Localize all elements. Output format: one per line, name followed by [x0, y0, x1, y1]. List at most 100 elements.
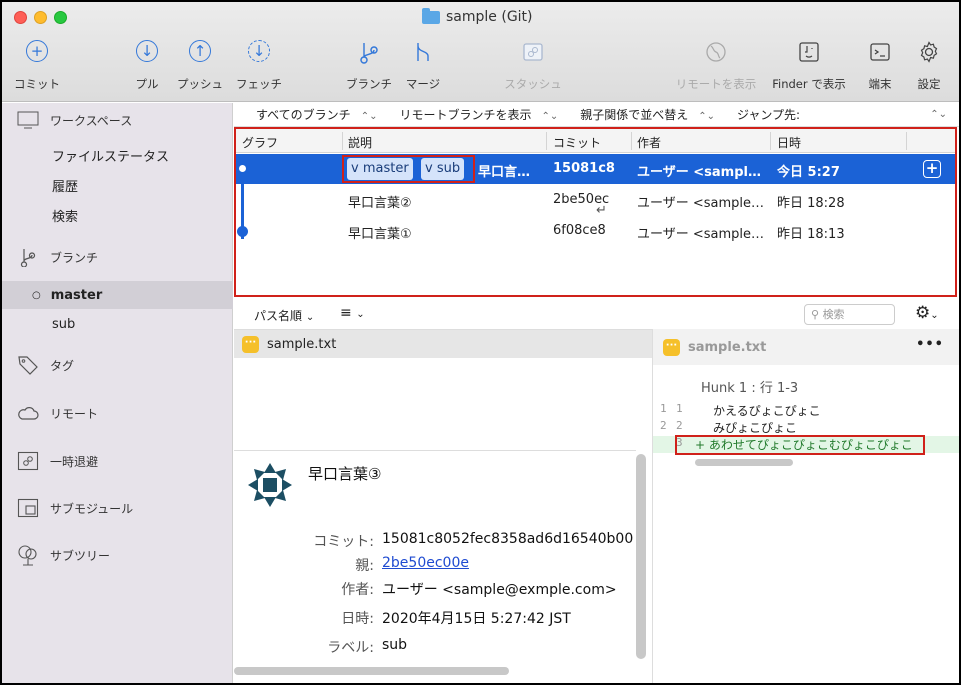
commit-list-header: グラフ 説明 コミット 作者 日時 — [236, 129, 955, 153]
commit-full-hash: 15081c8052fec8358ad6d16540b00 — [382, 531, 634, 547]
commit-date: 昨日 18:13 — [777, 227, 845, 242]
sidebar-item-branch-master[interactable]: ○ master — [2, 281, 233, 309]
sidebar-item-remotes[interactable]: リモート — [2, 399, 233, 427]
fetch-button[interactable]: ↓ フェッチ — [236, 40, 282, 91]
column-header-commit[interactable]: コミット — [553, 134, 601, 151]
diff-line-text: かえるぴょこぴょこ — [713, 404, 821, 418]
commit-row[interactable]: ⅴ master ⅴ sub 早口言… 15081c8 ユーザー <sampl…… — [236, 154, 955, 184]
push-button[interactable]: ↑ プッシュ — [177, 40, 223, 91]
pull-label: プル — [135, 77, 159, 91]
column-header-graph[interactable]: グラフ — [242, 134, 278, 151]
commit-subject: 早口言葉③ — [308, 465, 382, 483]
commit-hash: 6f08ce8 — [553, 223, 606, 238]
terminal-button[interactable]: 端末 — [868, 40, 892, 91]
merge-button[interactable]: マージ — [406, 40, 440, 91]
old-line-number: 2 — [660, 419, 667, 432]
detail-horizontal-scrollbar[interactable] — [234, 667, 509, 675]
sidebar-stashes-label: 一時退避 — [50, 454, 99, 469]
branch-filter-bar: すべてのブランチ ⌃⌄ リモートブランチを表示 ⌃⌄ 親子関係で並べ替え ⌃⌄ ジャン… — [234, 103, 959, 127]
added-line-highlight — [675, 435, 925, 455]
sidebar-item-branch-sub[interactable]: sub — [2, 310, 233, 338]
column-divider — [342, 132, 343, 150]
show-remote-branches-label: リモートブランチを表示 — [399, 108, 532, 122]
file-search-input[interactable]: ⚲ 検索 — [804, 304, 895, 325]
commit-description: 早口言… — [478, 165, 531, 180]
folder-icon — [422, 7, 440, 24]
merge-label: マージ — [405, 77, 441, 91]
settings-button[interactable]: 設定 — [917, 40, 941, 91]
branch-tags-highlight — [342, 155, 475, 183]
all-branches-dropdown[interactable]: すべてのブランチ ⌃⌄ — [256, 106, 377, 123]
window-title-text: sample (Git) — [446, 9, 533, 25]
file-row[interactable]: ··· sample.txt — [234, 330, 652, 358]
sidebar-item-submodules[interactable]: サブモジュール — [2, 494, 233, 522]
commit-row[interactable]: 早口言葉② 2be50ec ↵ ユーザー <sample… 昨日 18:28 — [236, 185, 955, 218]
more-options-icon[interactable]: ••• — [916, 337, 944, 352]
commit-label: コミット — [14, 77, 60, 91]
column-header-date[interactable]: 日時 — [777, 134, 801, 151]
sidebar-branch-master-label: master — [50, 287, 103, 303]
detail-vertical-scrollbar[interactable] — [636, 454, 646, 659]
sidebar-branches-label: ブランチ — [50, 250, 99, 265]
gear-icon[interactable]: ⚙⌄ — [915, 303, 939, 323]
parent-hash-link[interactable]: 2be50ec00e — [382, 555, 469, 571]
show-remote-branches-dropdown[interactable]: リモートブランチを表示 ⌃⌄ — [399, 106, 558, 123]
fetch-circle-icon: ↓ — [248, 40, 270, 62]
diff-horizontal-scrollbar[interactable] — [695, 459, 793, 466]
show-in-finder-button[interactable]: Finder で表示 — [772, 40, 846, 91]
zoom-window-button[interactable] — [54, 11, 67, 24]
sidebar-item-search[interactable]: 検索 — [2, 201, 233, 229]
column-header-description[interactable]: 説明 — [348, 134, 372, 151]
sidebar-item-stashes[interactable]: 一時退避 — [2, 447, 233, 475]
author-value: ユーザー <sample@exmple.com> — [382, 582, 617, 598]
branch-button[interactable]: ブランチ — [346, 40, 392, 91]
commit-description: 早口言葉② — [348, 196, 412, 211]
search-placeholder: 検索 — [822, 308, 845, 321]
current-branch-circle-icon: ○ — [32, 289, 41, 301]
list-view-icon[interactable]: ≡ ⌄ — [340, 305, 365, 321]
sidebar-history-label: 履歴 — [52, 179, 79, 195]
stash-icon — [16, 451, 40, 471]
diff-line: 1 1 かえるぴょこぴょこ — [653, 402, 959, 419]
diff-line-text: みぴょこぴょこ — [713, 421, 798, 435]
close-window-button[interactable] — [14, 11, 27, 24]
merge-icon — [417, 43, 429, 61]
sort-by-path-dropdown[interactable]: パス名順 ⌄ — [254, 307, 314, 324]
sort-order-dropdown[interactable]: 親子関係で並べ替え ⌃⌄ — [580, 106, 715, 123]
commit-row[interactable]: 早口言葉① 6f08ce8 ユーザー <sample… 昨日 18:13 — [236, 216, 955, 246]
sidebar-item-history[interactable]: 履歴 — [2, 171, 233, 199]
sidebar-item-subtrees[interactable]: サブツリー — [2, 541, 233, 569]
sourcetree-window: sample (Git) + コミット ↓ プル ↑ プッシュ ↓ フェッチ ブ… — [0, 0, 961, 685]
commit-author: ユーザー <sampl… — [637, 165, 761, 180]
toolbar: sample (Git) + コミット ↓ プル ↑ プッシュ ↓ フェッチ ブ… — [2, 2, 959, 102]
column-divider — [770, 132, 771, 150]
commit-graph-dot — [237, 226, 248, 237]
pull-button[interactable]: ↓ プル — [136, 40, 159, 91]
text-file-icon: ··· — [663, 338, 680, 356]
sidebar-item-file-status[interactable]: ファイルステータス — [2, 141, 233, 169]
all-branches-label: すべてのブランチ — [256, 108, 351, 122]
sidebar-item-branches[interactable]: ブランチ — [2, 243, 233, 271]
file-name: sample.txt — [267, 336, 337, 352]
commit-button[interactable]: + コミット — [14, 40, 60, 91]
terminal-label: 端末 — [868, 77, 892, 91]
jump-to-dropdown[interactable]: ジャンプ先: — [737, 106, 800, 123]
show-remote-button[interactable]: リモートを表示 — [676, 40, 756, 91]
add-plus-icon[interactable]: + — [923, 160, 941, 178]
arrow-down-circle-icon: ↓ — [136, 40, 158, 62]
sidebar-item-workspace[interactable]: ワークスペース — [2, 106, 233, 134]
sidebar-subtrees-label: サブツリー — [50, 548, 111, 563]
stash-button[interactable]: スタッシュ — [504, 40, 562, 91]
gear-icon — [920, 41, 938, 63]
sidebar-item-tags[interactable]: タグ — [2, 351, 233, 379]
new-line-number: 1 — [676, 402, 683, 415]
jump-to-chevron-icon[interactable]: ⌃⌄ — [930, 109, 947, 120]
column-header-author[interactable]: 作者 — [637, 134, 661, 151]
commit-date: 昨日 18:28 — [777, 196, 845, 211]
column-divider — [631, 132, 632, 150]
author-label: 作者: — [341, 582, 374, 598]
minimize-window-button[interactable] — [34, 11, 47, 24]
labels-label: ラベル: — [327, 640, 374, 656]
sidebar-submodules-label: サブモジュール — [50, 501, 134, 516]
stash-label: スタッシュ — [504, 77, 562, 91]
